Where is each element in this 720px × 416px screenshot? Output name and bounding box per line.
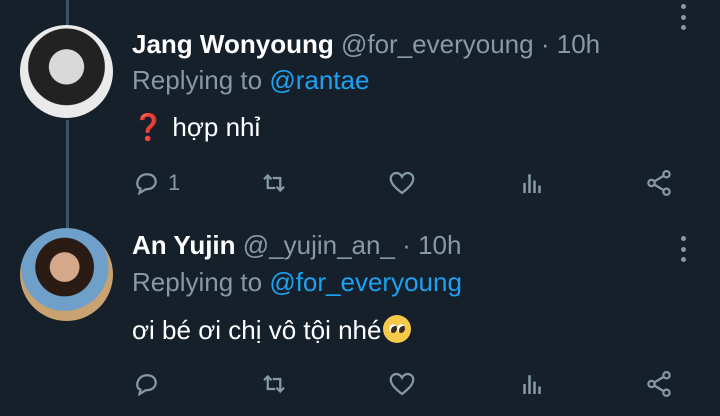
tweet-text-content: hợp nhỉ	[172, 112, 261, 142]
analytics-icon	[523, 174, 541, 193]
retweet-icon	[263, 173, 285, 193]
more-options-icon[interactable]	[680, 236, 686, 262]
like-button[interactable]	[387, 366, 417, 402]
pleading-face-emoji	[383, 315, 412, 343]
more-options-icon[interactable]	[680, 4, 686, 30]
like-button[interactable]	[387, 165, 417, 201]
share-button[interactable]	[644, 366, 674, 402]
tweet[interactable]: Jang Wonyoung @for_everyoung · 10h Reply…	[0, 0, 720, 210]
tweet-actions	[132, 366, 692, 402]
avatar[interactable]	[20, 25, 113, 118]
analytics-button[interactable]	[517, 165, 547, 201]
share-button[interactable]	[644, 165, 674, 201]
share-icon	[647, 371, 671, 397]
tweet-header: Jang Wonyoung @for_everyoung · 10h	[132, 27, 600, 61]
analytics-button[interactable]	[517, 366, 547, 402]
question-emoji: ❓	[132, 112, 165, 142]
tweet-text-content: ơi bé ơi chị vô tội nhé	[132, 315, 382, 345]
analytics-icon	[523, 375, 541, 394]
thread-line-connector	[66, 120, 69, 228]
user-handle[interactable]: @_yujin_an_	[243, 230, 395, 260]
tweet-actions: 1	[132, 165, 692, 201]
tweet-text: ❓ hợp nhỉ	[132, 110, 260, 144]
heart-icon	[389, 372, 415, 396]
retweet-icon	[263, 374, 285, 394]
user-handle[interactable]: @for_everyoung	[341, 29, 534, 59]
reply-icon	[136, 173, 157, 196]
retweet-button[interactable]	[259, 165, 289, 201]
reply-icon	[136, 374, 157, 397]
retweet-button[interactable]	[259, 366, 289, 402]
heart-icon	[389, 171, 415, 195]
mention-link[interactable]: @for_everyoung	[269, 267, 462, 297]
timestamp[interactable]: 10h	[418, 230, 461, 260]
tweet-header: An Yujin @_yujin_an_ · 10h	[132, 228, 461, 262]
reply-count: 1	[168, 170, 181, 195]
replying-to: Replying to @rantae	[132, 63, 369, 97]
replying-to-label: Replying to	[132, 65, 270, 95]
display-name[interactable]: An Yujin	[132, 230, 236, 260]
reply-button[interactable]: 1	[132, 165, 180, 201]
timestamp[interactable]: 10h	[557, 29, 600, 59]
separator: ·	[402, 230, 411, 260]
replying-to: Replying to @for_everyoung	[132, 265, 462, 299]
display-name[interactable]: Jang Wonyoung	[132, 29, 334, 59]
tweet-text: ơi bé ơi chị vô tội nhé	[132, 313, 412, 347]
mention-link[interactable]: @rantae	[269, 65, 369, 95]
share-icon	[647, 170, 671, 196]
replying-to-label: Replying to	[132, 267, 270, 297]
avatar[interactable]	[20, 228, 113, 321]
separator: ·	[540, 29, 550, 59]
tweet[interactable]: An Yujin @_yujin_an_ · 10h Replying to @…	[0, 210, 720, 416]
reply-button[interactable]	[132, 366, 168, 402]
